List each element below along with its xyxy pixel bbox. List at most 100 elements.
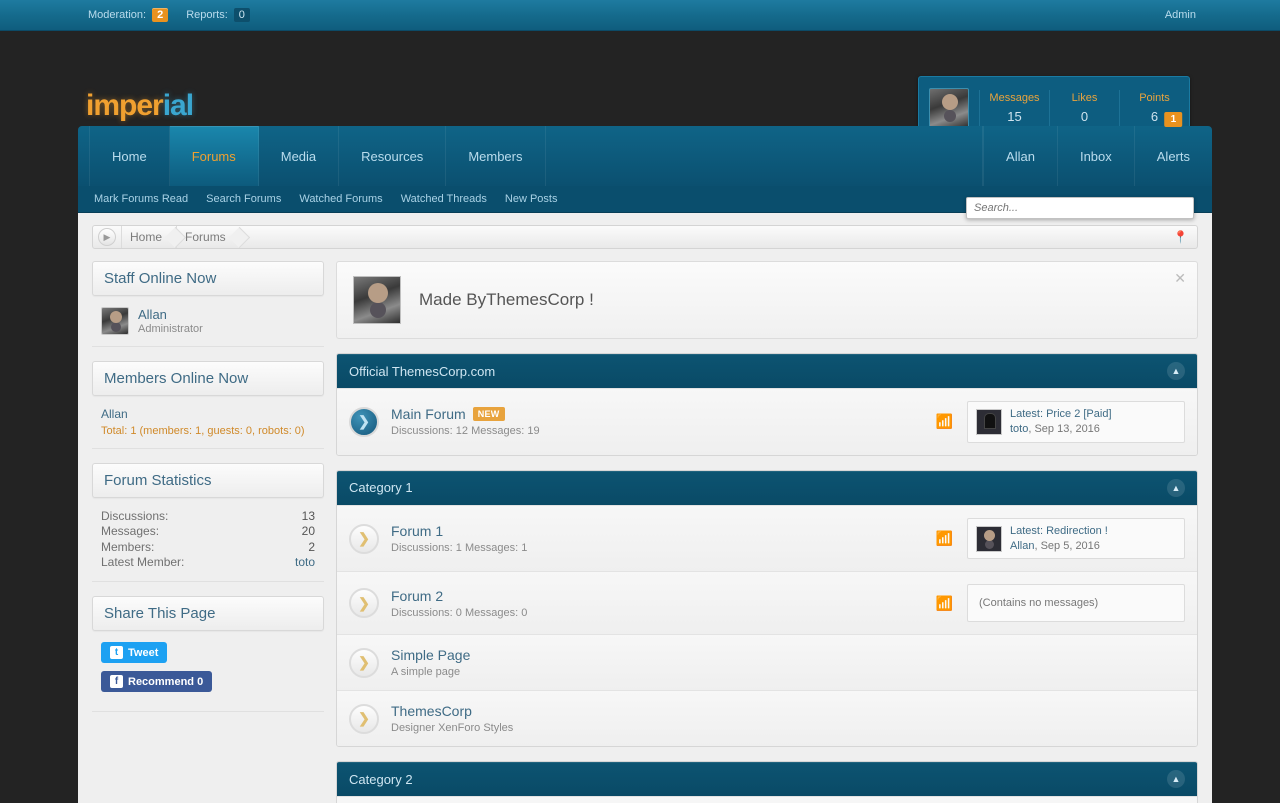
stat-row-messages: Messages: 20 — [101, 524, 315, 539]
sub-navigation: Mark Forums Read Search Forums Watched F… — [78, 186, 1212, 219]
sidebar-block-members-online: Members Online Now Allan Total: 1 (membe… — [92, 361, 324, 449]
moderation-label: Moderation: — [88, 9, 147, 21]
forum-node-main-forum[interactable]: ❯ Main Forum NEW Discussions: 12 Message… — [337, 388, 1197, 455]
nav-left-spacer — [78, 126, 90, 186]
forum-node-title[interactable]: Main Forum — [391, 406, 466, 422]
moderation-counter[interactable]: Moderation: 2 — [88, 8, 169, 22]
latest-post-text: Latest: Redirection ! Allan, Sep 5, 2016 — [1010, 524, 1108, 554]
member-online-name[interactable]: Allan — [101, 407, 315, 421]
forum-node-forum-2[interactable]: ❯ Forum 2 Discussions: 0 Messages: 0 📶 (… — [337, 571, 1197, 635]
avatar — [101, 307, 129, 335]
nav-tab-inbox[interactable]: Inbox — [1056, 126, 1134, 186]
latest-post-author[interactable]: Allan — [1010, 540, 1034, 552]
notice-avatar — [353, 276, 401, 324]
forum-node-text: Forum 2 Discussions: 0 Messages: 0 — [391, 588, 936, 619]
stat-value: 20 — [301, 524, 315, 539]
reports-badge: 0 — [233, 8, 250, 22]
close-icon[interactable]: ✕ — [1174, 270, 1186, 287]
reports-counter[interactable]: Reports: 0 — [186, 8, 250, 22]
breadcrumb-item-home[interactable]: Home — [121, 226, 176, 248]
category-official: Official ThemesCorp.com ▲ ❯ Main Forum N… — [336, 353, 1198, 456]
jump-to-icon[interactable]: ▶ — [98, 228, 116, 246]
subnav-watched-forums[interactable]: Watched Forums — [299, 193, 382, 205]
chevron-up-icon[interactable]: ▲ — [1167, 362, 1185, 380]
nav-tab-alerts-label: Alerts — [1156, 148, 1190, 164]
forum-node-title[interactable]: Simple Page — [391, 647, 470, 663]
nav-filler — [546, 126, 984, 186]
nav-tab-forums[interactable]: Forums — [169, 126, 259, 186]
latest-post-avatar[interactable] — [976, 408, 1002, 435]
latest-post-avatar[interactable] — [976, 525, 1002, 552]
subnav-search-forums[interactable]: Search Forums — [206, 193, 281, 205]
rss-icon[interactable]: 📶 — [936, 413, 953, 430]
site-logo[interactable]: imperial — [86, 91, 194, 121]
user-avatar[interactable] — [929, 87, 969, 128]
members-online-body: Allan Total: 1 (members: 1, guests: 0, r… — [92, 396, 324, 449]
staff-member-name[interactable]: Allan — [138, 307, 203, 323]
chevron-up-icon[interactable]: ▲ — [1167, 770, 1185, 789]
forum-node-forum-1[interactable]: ❯ Forum 1 Discussions: 1 Messages: 1 📶 L… — [337, 504, 1197, 572]
forum-node-title[interactable]: Forum 2 — [391, 588, 443, 604]
nav-right-group: Allan Inbox 1 Alerts — [983, 112, 1212, 186]
stat-likes[interactable]: Likes 0 — [1049, 89, 1119, 126]
category-header: Official ThemesCorp.com ▲ — [337, 354, 1197, 388]
location-pin-icon[interactable]: 📍 — [1173, 230, 1188, 244]
rss-icon[interactable]: 📶 — [936, 595, 953, 612]
forum-node-title[interactable]: Forum 1 — [391, 523, 443, 539]
page-content: ▶ Home Forums 📍 Staff Online Now Allan A… — [78, 213, 1212, 803]
members-online-total: Total: 1 (members: 1, guests: 0, robots:… — [101, 425, 305, 437]
subnav-watched-threads[interactable]: Watched Threads — [401, 193, 487, 205]
subnav-new-posts[interactable]: New Posts — [505, 193, 558, 205]
stat-row-members: Members: 2 — [101, 540, 315, 555]
facebook-recommend-button[interactable]: f Recommend 0 — [101, 671, 213, 693]
tweet-button[interactable]: t Tweet — [101, 642, 168, 664]
admin-link[interactable]: Admin — [1165, 9, 1196, 21]
latest-post-meta: toto, Sep 13, 2016 — [1010, 422, 1112, 437]
nav-tab-members[interactable]: Members — [446, 126, 546, 186]
forum-node-title-row: Forum 2 — [391, 588, 936, 604]
nav-tab-alerts[interactable]: 1 Alerts — [1133, 112, 1212, 186]
nav-tab-media[interactable]: Media — [259, 126, 340, 186]
site-notice: Made ByThemesCorp ! ✕ — [336, 261, 1198, 339]
latest-post-title[interactable]: Latest: Price 2 [Paid] — [1010, 407, 1112, 422]
forum-node-description: Designer XenForo Styles — [391, 722, 514, 735]
rss-icon[interactable]: 📶 — [936, 530, 953, 547]
admin-bar-left: Moderation: 2 Reports: 0 — [88, 8, 250, 22]
stat-likes-label: Likes — [1071, 91, 1098, 104]
search-input[interactable] — [966, 197, 1194, 219]
nav-tab-account[interactable]: Allan — [983, 126, 1057, 186]
alerts-badge: 1 — [1164, 112, 1183, 127]
stat-messages[interactable]: Messages 15 — [979, 89, 1049, 126]
content-split: Staff Online Now Allan Administrator Mem… — [92, 261, 1198, 803]
latest-post-text: Latest: Price 2 [Paid] toto, Sep 13, 201… — [1010, 407, 1112, 437]
nav-tab-resources[interactable]: Resources — [339, 126, 447, 186]
subnav-mark-forums-read[interactable]: Mark Forums Read — [94, 193, 188, 205]
stat-row-discussions: Discussions: 13 — [101, 509, 315, 524]
latest-post-author[interactable]: toto — [1010, 423, 1028, 435]
stat-value-latest-member[interactable]: toto — [295, 555, 315, 570]
category-2: Category 2 ▲ ❯ Forum 1 📶 (Contains no me… — [336, 761, 1198, 803]
site-header: imperial Messages 15 Likes 0 Points 6 — [0, 31, 1280, 139]
forum-node-text: Simple Page A simple page — [391, 647, 1185, 678]
forum-node-stats: Discussions: 1 Messages: 1 — [391, 542, 528, 555]
forum-node-themescorp[interactable]: ❯ ThemesCorp Designer XenForo Styles — [337, 690, 1197, 747]
staff-member-role: Administrator — [138, 322, 203, 335]
forum-node-cat2-forum-1[interactable]: ❯ Forum 1 📶 (Contains no messages) — [337, 796, 1197, 803]
forum-read-icon: ❯ — [349, 647, 379, 678]
notice-text: Made ByThemesCorp ! — [419, 290, 594, 309]
forum-node-title-row: Simple Page — [391, 647, 1185, 663]
nav-tab-home[interactable]: Home — [90, 126, 170, 186]
forum-node-simple-page[interactable]: ❯ Simple Page A simple page — [337, 634, 1197, 691]
forum-node-title[interactable]: ThemesCorp — [391, 703, 472, 719]
stat-likes-value: 0 — [1080, 108, 1089, 124]
forum-node-text: ThemesCorp Designer XenForo Styles — [391, 703, 1185, 734]
main-column: Made ByThemesCorp ! ✕ Official ThemesCor… — [336, 261, 1198, 803]
tweet-button-label: Tweet — [128, 646, 159, 659]
new-badge: NEW — [472, 407, 505, 422]
latest-post: Latest: Redirection ! Allan, Sep 5, 2016 — [967, 517, 1185, 560]
latest-post-date: , Sep 5, 2016 — [1034, 539, 1100, 552]
latest-post-title[interactable]: Latest: Redirection ! — [1010, 524, 1108, 539]
sidebar: Staff Online Now Allan Administrator Mem… — [92, 261, 324, 803]
staff-online-member[interactable]: Allan Administrator — [101, 307, 315, 335]
chevron-up-icon[interactable]: ▲ — [1167, 478, 1185, 497]
